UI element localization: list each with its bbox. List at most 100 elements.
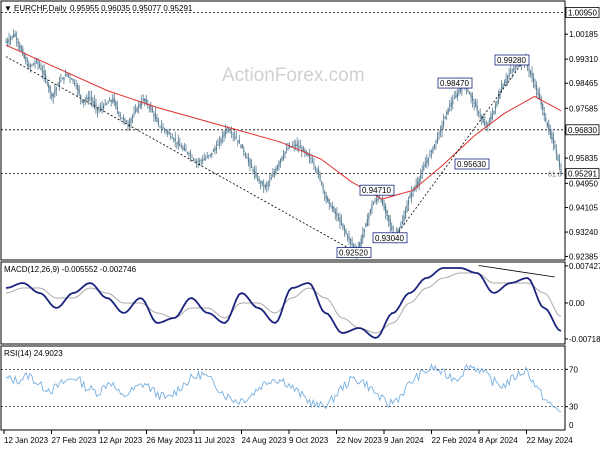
candle-body (339, 217, 341, 222)
candle-body (237, 140, 239, 142)
candle-body (17, 41, 19, 44)
candle-body (278, 162, 280, 167)
annotation-label: 0.93040 (375, 234, 404, 243)
candle-body (220, 138, 222, 144)
candle-body (135, 109, 137, 111)
main-y-tick-label: 1.00185 (569, 30, 598, 39)
candle-body (142, 99, 144, 101)
candle-body (167, 130, 169, 133)
x-tick-label: 12 Apr 2023 (99, 436, 143, 445)
candle-body (444, 116, 446, 120)
candle-body (104, 103, 106, 105)
candle-body (503, 81, 506, 86)
candle-body (29, 66, 31, 68)
candle-body (551, 133, 553, 140)
candle-body (298, 146, 300, 148)
candle-body (317, 169, 320, 175)
candle-body (400, 224, 402, 228)
candle-body (345, 230, 347, 234)
candle-body (404, 210, 407, 219)
candle-body (231, 133, 233, 134)
candle-body (293, 144, 295, 146)
candle-body (470, 93, 472, 98)
annotation-label: 0.92520 (339, 249, 368, 258)
candle-body (391, 226, 393, 231)
rsi-title: RSI(14) 24.9023 (4, 349, 63, 358)
candle-body (75, 85, 77, 87)
candle-body (41, 70, 44, 73)
annotation-label: 0.95630 (457, 160, 486, 169)
candle-body (98, 109, 100, 111)
candle-body (490, 117, 492, 121)
candle-body (6, 40, 9, 44)
candle-body (183, 147, 185, 151)
candle-body (557, 155, 559, 161)
price-level-label: 0.95291 (568, 170, 597, 179)
candle-body (325, 194, 327, 200)
candle-body (484, 121, 486, 126)
symbol-label: EURCHF,Daily (14, 4, 66, 13)
candle-body (34, 62, 36, 64)
candle-body (513, 68, 515, 71)
candle-body (545, 117, 547, 122)
candle-body (270, 177, 272, 180)
candle-body (438, 133, 440, 135)
x-tick-label: 12 Jan 2023 (4, 436, 49, 445)
candle-body (199, 160, 201, 162)
main-y-tick-label: 0.98465 (569, 79, 598, 88)
candle-body (159, 126, 161, 127)
main-y-tick-label: 0.95835 (569, 154, 598, 163)
macd-y-tick-label: 0.00 (569, 299, 585, 308)
candle-body (138, 105, 140, 107)
candle-body (336, 212, 338, 217)
candle-body (145, 99, 147, 103)
candle-body (478, 111, 480, 114)
macd-title: MACD(12,26,9) -0.005552 -0.002746 (4, 265, 137, 274)
candle-body (529, 70, 532, 75)
candle-body (128, 121, 131, 127)
candle-body (295, 144, 297, 147)
candle-body (331, 206, 333, 209)
candle-body (447, 107, 449, 114)
candle-body (468, 92, 471, 95)
candle-body (116, 106, 118, 111)
candle-body (423, 167, 425, 170)
candle-body (418, 178, 420, 184)
candle-body (432, 147, 434, 153)
candle-body (96, 108, 99, 111)
candle-body (475, 101, 477, 108)
main-y-tick-label: 0.94105 (569, 203, 598, 212)
candle-body (453, 98, 455, 99)
candle-body (375, 199, 378, 201)
candle-body (173, 139, 175, 140)
candle-body (360, 238, 362, 245)
candle-body (51, 94, 53, 97)
candle-body (61, 78, 64, 80)
candle-body (348, 235, 350, 240)
candle-body (57, 84, 59, 86)
candle-body (13, 34, 15, 38)
candle-body (449, 105, 451, 107)
candle-body (333, 206, 335, 212)
candle-body (482, 118, 484, 123)
annotation-label: 0.98470 (440, 79, 469, 88)
candle-body (272, 175, 274, 177)
candle-body (197, 161, 199, 163)
main-y-tick-label: 0.99310 (569, 55, 598, 64)
candle-body (60, 80, 62, 81)
candle-body (253, 169, 256, 174)
x-tick-label: 27 Feb 2023 (52, 436, 97, 445)
candle-body (162, 126, 164, 129)
annotation-label: 0.94710 (362, 186, 391, 195)
candle-body (273, 171, 275, 176)
candle-body (31, 64, 33, 66)
candle-body (23, 54, 25, 59)
candle-body (185, 149, 187, 152)
candle-body (235, 136, 237, 139)
candle-body (124, 118, 126, 122)
candle-body (109, 100, 111, 102)
candle-body (156, 116, 158, 122)
candle-body (340, 221, 343, 225)
candle-body (174, 138, 176, 142)
candle-body (249, 159, 251, 165)
